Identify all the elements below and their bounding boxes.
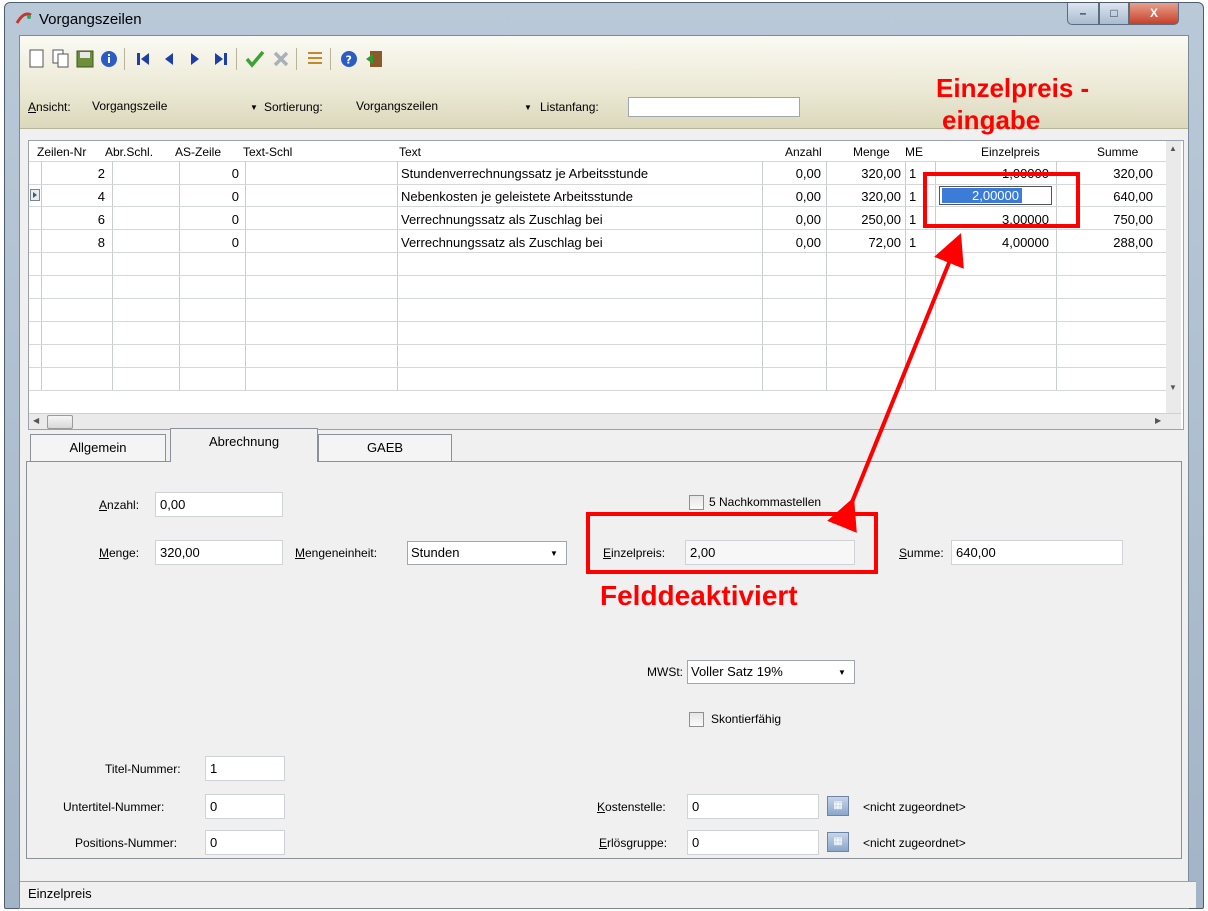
annotation-arrow xyxy=(827,233,964,533)
tab-abrechnung[interactable]: Abrechnung xyxy=(170,428,318,462)
